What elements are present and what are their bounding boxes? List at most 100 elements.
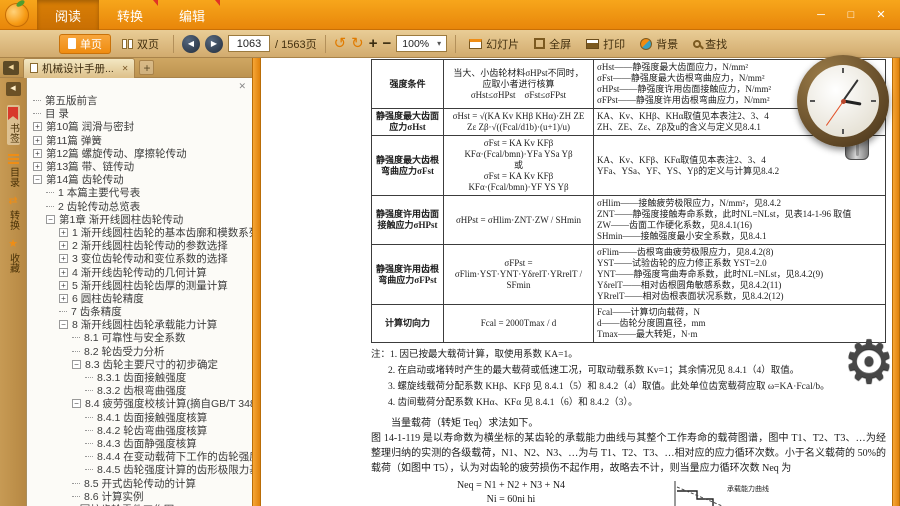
bookmark-item[interactable]: 8.1 可靠性与安全系数 <box>27 331 252 344</box>
ribbon-tab-convert[interactable]: 转换 <box>99 0 161 30</box>
zoom-out-button[interactable]: − <box>383 36 392 51</box>
formula-cell: 当大、小齿轮材料σHPst不同时， 应取小者进行核算 σHst≤σHPst σFst… <box>443 59 594 109</box>
sidebar-item-favorites[interactable]: ★ 收藏 <box>8 238 19 274</box>
collapse-icon[interactable]: − <box>59 320 68 330</box>
bookmark-item[interactable]: − 第14篇 齿轮传动 <box>27 173 252 186</box>
expand-icon[interactable]: + <box>59 254 68 264</box>
bookmark-item[interactable]: + 第12篇 螺旋传动、摩擦轮传动 <box>27 147 252 160</box>
bookmark-label: 8.1 可靠性与安全系数 <box>84 332 186 345</box>
formula-cell: σFst = KA Kv KFβ KFα·(Fcal/bmn)·YFa YSa … <box>443 135 594 196</box>
document-tab[interactable]: 机械设计手册... ✕ <box>23 57 136 78</box>
expand-icon[interactable]: + <box>59 293 68 303</box>
zoom-in-button[interactable]: + <box>369 36 378 51</box>
rotate-left-icon[interactable]: ↺ <box>334 36 347 51</box>
previous-page-button[interactable]: ◀ <box>182 34 200 53</box>
bookmark-item[interactable]: −8.3 齿轮主要尺寸的初步确定 <box>27 358 252 371</box>
page-number-input[interactable] <box>228 35 270 52</box>
bookmark-item[interactable]: + 第10篇 润滑与密封 <box>27 120 252 133</box>
collapse-icon[interactable]: − <box>46 214 55 224</box>
close-button[interactable]: ✕ <box>868 5 894 25</box>
definition-cell: Fcal——计算切向载荷，N d——齿轮分度圆直径，mm Tmax——最大转矩，N·… <box>593 304 886 343</box>
find-button[interactable]: 查找 <box>688 36 732 52</box>
collapse-panel-button[interactable]: ◀ <box>5 82 21 96</box>
expand-icon[interactable]: + <box>33 162 42 172</box>
page-scrollbar[interactable] <box>892 58 900 506</box>
bookmark-item[interactable]: 8.3.2 齿根弯曲强度 <box>27 384 252 397</box>
app-logo[interactable] <box>5 0 29 27</box>
maximize-button[interactable]: □ <box>838 5 864 25</box>
tab-close-icon[interactable]: ✕ <box>122 64 129 73</box>
bookmark-item[interactable]: 2 齿轮传动总览表 <box>27 200 252 213</box>
minimize-button[interactable]: ─ <box>808 5 834 25</box>
new-tab-button[interactable]: + <box>139 60 155 75</box>
bookmark-item[interactable]: +6 圆柱齿轮精度 <box>27 292 252 305</box>
definition-cell: σFlim——齿根弯曲疲劳极限应力，见8.4.2(8) YST——试验齿轮的应力修… <box>593 244 886 305</box>
tree-leaf-dash <box>85 416 93 418</box>
double-page-button[interactable]: 双页 <box>116 34 165 54</box>
note-line: 3. 螺旋线载荷分配系数 KHβ、KFβ 见 8.4.1（5）和 8.4.2（4… <box>388 382 830 392</box>
expand-icon[interactable]: + <box>33 148 42 158</box>
bookmark-item[interactable]: +2 渐开线圆柱齿轮传动的参数选择 <box>27 239 252 252</box>
bookmark-label: 8 渐开线圆柱齿轮承载能力计算 <box>72 319 218 332</box>
expand-icon[interactable]: + <box>59 267 68 277</box>
expand-icon[interactable]: + <box>59 280 68 290</box>
bookmark-item[interactable]: −8 渐开线圆柱齿轮承载能力计算 <box>27 318 252 331</box>
formula-cell: σHPst = σHlim·ZNT·ZW / SHmin <box>443 195 594 245</box>
bookmark-item[interactable]: 8.4.2 轮齿弯曲强度核算 <box>27 424 252 437</box>
note-line: 4. 齿间载荷分配系数 KHα、KFα 见 8.4.1（6）和 8.4.2（3）… <box>388 398 638 408</box>
bookmark-item[interactable]: +5 渐开线圆柱齿轮齿厚的测量计算 <box>27 279 252 292</box>
collapse-icon[interactable]: − <box>33 175 42 185</box>
single-page-button[interactable]: 单页 <box>59 33 111 54</box>
main-toolbar: 单页 双页 ◀ ▶ / 1563页 ↺ ↻ + − 100% ▾ 幻灯片 全屏 <box>0 30 900 58</box>
tree-leaf-dash <box>33 100 41 102</box>
collapse-icon[interactable]: − <box>72 399 81 409</box>
bookmark-item[interactable]: +3 变位齿轮传动和变位系数的选择 <box>27 252 252 265</box>
clock-tick <box>842 68 844 73</box>
print-button[interactable]: 打印 <box>581 36 630 52</box>
panel-close-icon[interactable]: ✕ <box>238 81 246 92</box>
sidebar-item-toc[interactable]: 目录 <box>7 154 19 187</box>
clock-gadget[interactable] <box>797 55 889 147</box>
sidebar-item-convert[interactable]: ⇄ 转换 <box>8 196 19 231</box>
tree-leaf-dash <box>85 377 93 379</box>
bookmark-item[interactable]: 8.3.1 齿面接触强度 <box>27 371 252 384</box>
fullscreen-button[interactable]: 全屏 <box>529 36 576 52</box>
ribbon-tab-edit[interactable]: 编辑 <box>161 0 223 30</box>
bookmark-item[interactable]: −8.4 疲劳强度校核计算(摘自GB/T 3480—199 <box>27 397 252 410</box>
expand-icon[interactable]: + <box>59 227 68 237</box>
sidebar-item-bookmarks[interactable]: 书签 <box>6 105 20 145</box>
bookmark-item[interactable]: 8.4.1 齿面接触强度核算 <box>27 411 252 424</box>
zoom-level-select[interactable]: 100% ▾ <box>396 35 448 52</box>
expand-icon[interactable]: + <box>33 135 42 145</box>
expand-icon[interactable]: + <box>33 122 42 132</box>
star-icon: ★ <box>8 238 18 250</box>
bookmark-item[interactable]: +4 渐开线齿轮传动的几何计算 <box>27 265 252 279</box>
sidebar-toggle-button[interactable]: ◀ <box>3 60 19 75</box>
bookmark-item[interactable]: 8.4.3 齿面静强度核算 <box>27 437 252 450</box>
formula-line: 或 <box>513 160 523 170</box>
rotate-right-icon[interactable]: ↻ <box>351 36 364 51</box>
bookmark-item[interactable]: +1 渐开线圆柱齿轮的基本齿廓和模数系列(摘自GB <box>27 226 252 239</box>
bookmark-item[interactable]: + 第13篇 带、链传动 <box>27 160 252 173</box>
bookmark-item[interactable]: 1 本篇主要代号表 <box>27 186 252 199</box>
formula-line: Fcal = 2000Tmax / d <box>480 318 557 328</box>
background-button[interactable]: 背景 <box>635 36 683 52</box>
bookmark-item[interactable]: − 第1章 渐开线圆柱齿轮传动 <box>27 213 252 226</box>
bookmark-item[interactable]: 8.6 计算实例 <box>27 490 252 503</box>
expand-icon[interactable]: + <box>59 241 68 251</box>
bookmark-item[interactable]: 8.4.5 齿轮强度计算的齿形极限力基本值 <box>27 463 252 476</box>
document-area[interactable]: 强度条件 当大、小齿轮材料σHPst不同时， 应取小者进行核算 σHst≤σHPst … <box>261 58 892 506</box>
ribbon-tab-read[interactable]: 阅读 <box>37 0 100 30</box>
formula-line: σFPst = σFlim·YST·YNT·YδrelT·YRrelT / SF… <box>454 258 583 290</box>
bookmark-item[interactable]: 8.2 轮齿受力分析 <box>27 345 252 358</box>
collapse-icon[interactable]: − <box>72 359 81 369</box>
bookmark-item[interactable]: 目 录 <box>27 107 252 120</box>
bookmark-item[interactable]: 7 齿条精度 <box>27 305 252 318</box>
bookmark-item[interactable]: + 第11篇 弹簧 <box>27 134 252 147</box>
slideshow-button[interactable]: 幻灯片 <box>464 36 524 52</box>
bookmark-item[interactable]: 第五版前言 <box>27 94 252 107</box>
bookmark-item[interactable]: 8.5 开式齿轮传动的计算 <box>27 476 252 490</box>
next-page-button[interactable]: ▶ <box>205 34 223 53</box>
bookmark-item[interactable]: 8.4.4 在变动载荷下工作的齿轮强度核算 <box>27 450 252 463</box>
bookmarks-scrollbar[interactable] <box>252 58 261 506</box>
